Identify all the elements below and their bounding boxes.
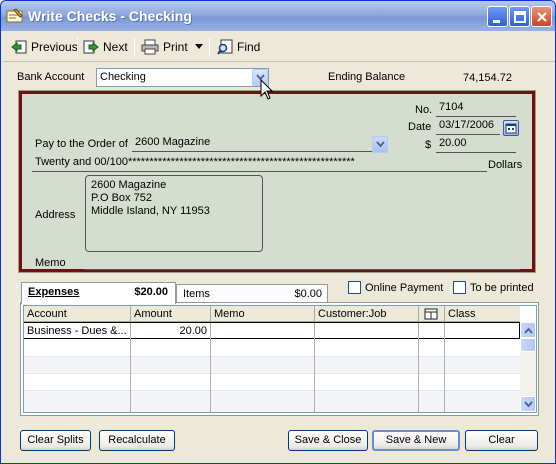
close-button[interactable]: [531, 6, 552, 27]
toolbar-divider: [77, 38, 78, 56]
chevron-down-icon: [524, 401, 533, 408]
toolbar-divider: [209, 38, 210, 56]
scroll-down-button[interactable]: [520, 396, 536, 412]
check-number-field[interactable]: 7104: [436, 101, 516, 117]
window-title: Write Checks - Checking: [28, 8, 192, 24]
find-label: Find: [237, 40, 261, 54]
column-header-class[interactable]: Class: [445, 306, 520, 322]
date-label: Date: [408, 121, 432, 133]
next-button[interactable]: Next: [83, 37, 128, 57]
amount-field[interactable]: 20.00: [436, 137, 516, 153]
memo-field[interactable]: [84, 254, 520, 270]
column-header-billable[interactable]: [419, 306, 445, 322]
amount-cell[interactable]: 20.00: [131, 323, 211, 340]
date-field[interactable]: 03/17/2006: [436, 119, 500, 135]
clear-button[interactable]: Clear: [465, 430, 538, 451]
expenses-grid: Account Amount Memo Customer:Job Class B…: [23, 305, 537, 413]
column-header-memo[interactable]: Memo: [211, 306, 315, 322]
chevron-down-icon: [376, 141, 385, 148]
memo-cell[interactable]: [211, 323, 315, 340]
scroll-thumb[interactable]: [520, 338, 536, 352]
bank-account-label: Bank Account: [17, 71, 85, 83]
calendar-icon: [505, 123, 517, 134]
chevron-down-icon: [195, 44, 203, 49]
chevron-up-icon: [524, 327, 533, 334]
previous-button[interactable]: Previous: [11, 37, 78, 57]
account-cell[interactable]: Business - Dues &...: [24, 323, 131, 340]
pay-to-field[interactable]: 2600 Magazine: [132, 136, 372, 152]
toolbar-divider: [134, 38, 135, 56]
pay-to-label: Pay to the Order of: [35, 138, 128, 150]
grid-header: Account Amount Memo Customer:Job Class: [24, 306, 520, 322]
invoice-icon: [424, 308, 438, 320]
save-close-button[interactable]: Save & Close: [288, 430, 368, 451]
ending-balance-value: 74,154.72: [463, 72, 512, 84]
dollar-sign: $: [425, 139, 432, 151]
minimize-button[interactable]: [487, 6, 508, 27]
table-row[interactable]: Business - Dues &... 20.00: [24, 322, 520, 340]
tab-items[interactable]: Items $0.00: [176, 284, 328, 304]
save-new-button[interactable]: Save & New: [372, 430, 460, 451]
column-header-account[interactable]: Account: [24, 306, 131, 322]
column-header-amount[interactable]: Amount: [131, 306, 211, 322]
memo-label: Memo: [35, 257, 66, 269]
table-row[interactable]: [24, 374, 520, 391]
previous-icon: [11, 40, 27, 54]
check-number-label: No.: [415, 104, 433, 116]
online-payment-checkbox[interactable]: [348, 281, 361, 294]
tab-expenses[interactable]: Expenses $20.00: [21, 282, 176, 304]
billable-cell[interactable]: [419, 323, 445, 340]
maximize-button[interactable]: [509, 6, 530, 27]
ending-balance-label: Ending Balance: [328, 71, 406, 83]
vertical-scrollbar[interactable]: [520, 322, 536, 412]
address-field[interactable]: 2600 Magazine P.O Box 752 Middle Island,…: [85, 175, 263, 252]
column-header-customer-job[interactable]: Customer:Job: [315, 306, 419, 322]
tab-items-amount: $0.00: [294, 288, 322, 300]
online-payment-label: Online Payment: [365, 282, 444, 294]
to-be-printed-label: To be printed: [470, 282, 534, 294]
print-dropdown-button[interactable]: [195, 37, 203, 57]
tab-expenses-amount: $20.00: [134, 286, 168, 298]
next-label: Next: [103, 40, 128, 54]
toolbar: Previous Next Print Find: [3, 32, 555, 62]
next-icon: [83, 40, 99, 54]
table-row[interactable]: [24, 357, 520, 374]
written-amount: Twenty and 00/100***********************…: [32, 156, 487, 172]
bank-account-select[interactable]: Checking: [96, 68, 269, 87]
write-checks-window: Write Checks - Checking Previous Next Pr…: [0, 0, 556, 464]
table-row[interactable]: [24, 391, 520, 412]
print-label: Print: [163, 40, 188, 54]
find-button[interactable]: Find: [217, 37, 260, 57]
tab-items-label: Items: [183, 288, 210, 300]
mouse-cursor-icon: [260, 79, 274, 100]
dollars-label: Dollars: [488, 159, 523, 171]
checkbook-icon: [6, 7, 24, 25]
pay-to-value: 2600 Magazine: [135, 136, 211, 148]
find-icon: [217, 39, 233, 55]
to-be-printed-checkbox[interactable]: [453, 281, 466, 294]
title-bar[interactable]: Write Checks - Checking: [1, 1, 555, 31]
bank-account-value: Checking: [100, 71, 146, 83]
payee-dropdown-button[interactable]: [372, 136, 388, 153]
address-line: Middle Island, NY 11953: [91, 205, 210, 217]
calendar-button[interactable]: [503, 120, 519, 136]
class-cell[interactable]: [445, 323, 520, 340]
previous-label: Previous: [31, 40, 78, 54]
address-line: 2600 Magazine: [91, 179, 167, 191]
clear-splits-button[interactable]: Clear Splits: [20, 430, 91, 451]
table-row[interactable]: [24, 340, 520, 357]
printer-icon: [141, 39, 159, 55]
address-label: Address: [35, 209, 76, 221]
tab-expenses-label: Expenses: [28, 286, 80, 298]
recalculate-button[interactable]: Recalculate: [99, 430, 175, 451]
address-line: P.O Box 752: [91, 192, 152, 204]
check-form: No. 7104 Date 03/17/2006 Pay to the Orde…: [18, 90, 536, 273]
scroll-up-button[interactable]: [520, 322, 536, 338]
customer-job-cell[interactable]: [315, 323, 419, 340]
print-button[interactable]: Print: [141, 37, 188, 57]
